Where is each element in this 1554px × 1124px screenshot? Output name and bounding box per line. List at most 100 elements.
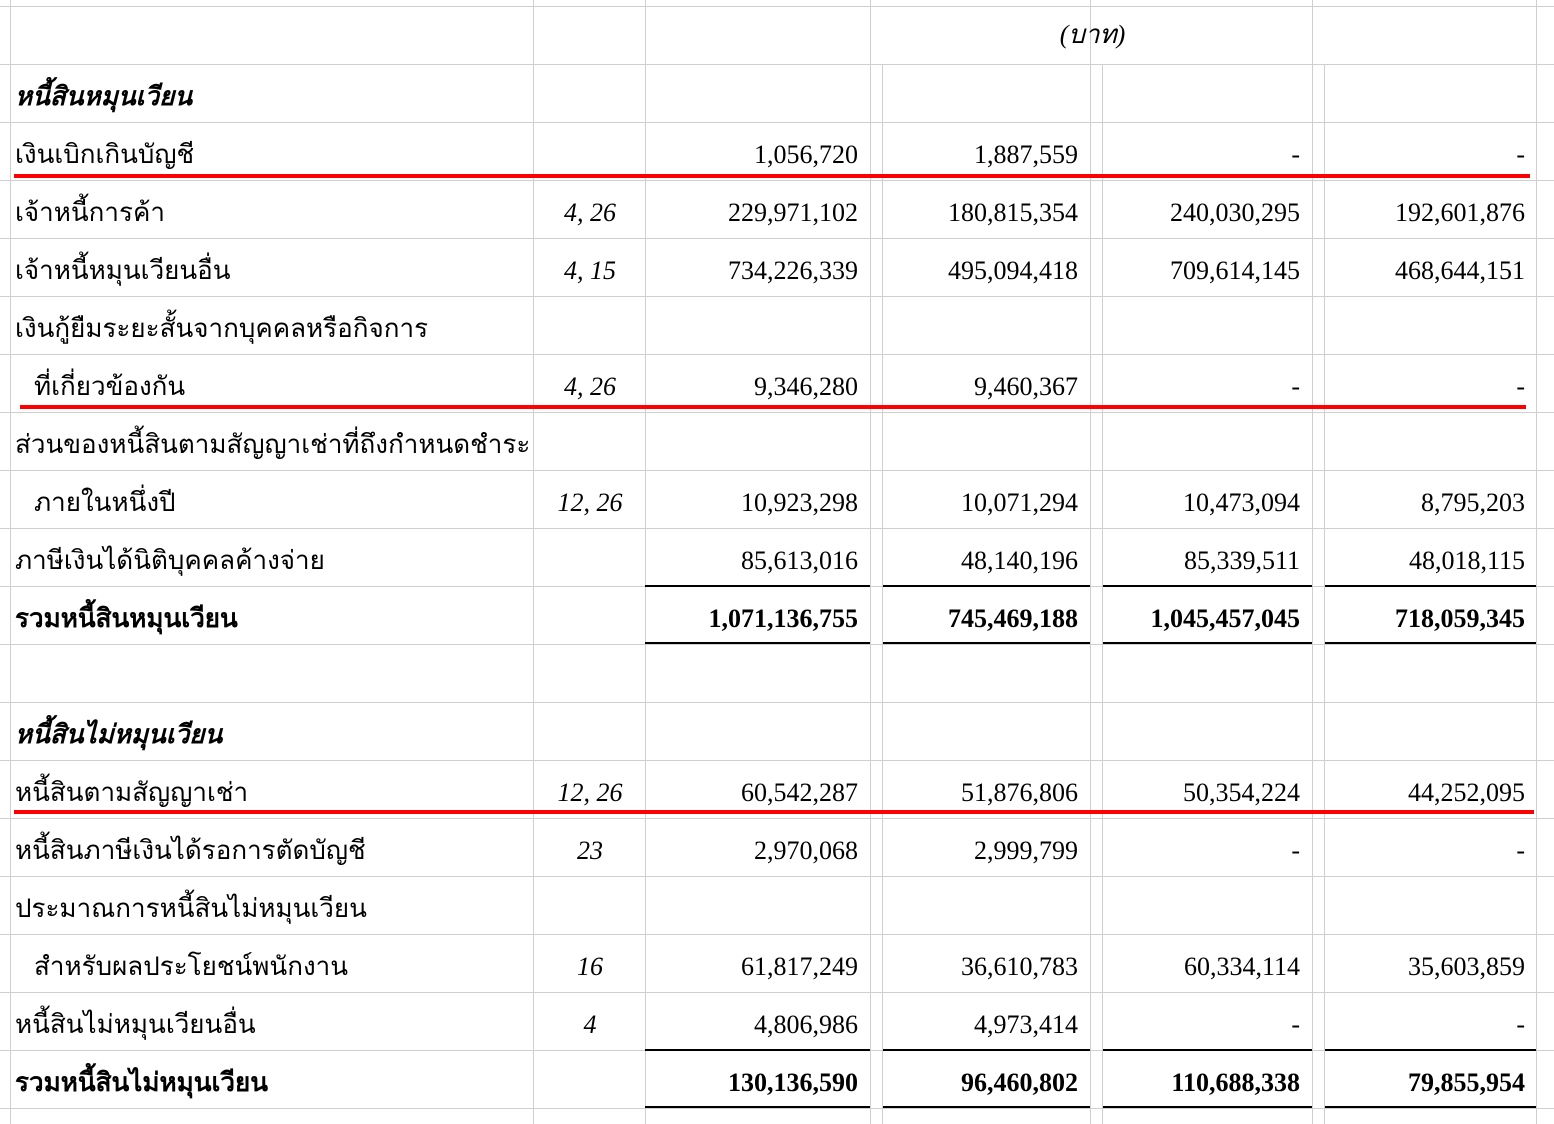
value-cell[interactable]: 85,339,511 bbox=[1103, 528, 1300, 586]
value-cell[interactable]: 35,603,859 bbox=[1325, 934, 1525, 992]
note-ref[interactable]: 12, 26 bbox=[535, 470, 645, 528]
value-cell[interactable]: 229,971,102 bbox=[645, 180, 858, 238]
value-cell[interactable]: 10,923,298 bbox=[645, 470, 858, 528]
table-row: ภายในหนึ่งปี 12, 26 10,923,298 10,071,29… bbox=[0, 470, 1554, 528]
total-bottom-border bbox=[1325, 642, 1536, 644]
value-cell[interactable]: 36,610,783 bbox=[883, 934, 1078, 992]
red-highlight-underline bbox=[14, 174, 1530, 178]
total-top-border bbox=[1103, 585, 1312, 587]
value-cell[interactable]: - bbox=[1325, 122, 1525, 180]
table-row: เจ้าหนี้การค้า 4, 26 229,971,102 180,815… bbox=[0, 180, 1554, 238]
value-cell[interactable]: 9,460,367 bbox=[883, 354, 1078, 412]
value-cell[interactable]: 1,887,559 bbox=[883, 122, 1078, 180]
value-cell[interactable]: - bbox=[1103, 818, 1300, 876]
row-label[interactable]: รวมหนี้สินหมุนเวียน bbox=[15, 586, 535, 644]
row-label[interactable]: เจ้าหนี้การค้า bbox=[15, 180, 535, 238]
table-row: ภาษีเงินได้นิติบุคคลค้างจ่าย 85,613,016 … bbox=[0, 528, 1554, 586]
value-cell[interactable]: 468,644,151 bbox=[1325, 238, 1525, 296]
total-top-border bbox=[1325, 585, 1536, 587]
value-cell[interactable]: 10,473,094 bbox=[1103, 470, 1300, 528]
total-row-non-current-liabilities: รวมหนี้สินไม่หมุนเวียน 130,136,590 96,46… bbox=[0, 1050, 1554, 1108]
value-cell[interactable]: - bbox=[1325, 992, 1525, 1050]
value-cell[interactable]: 734,226,339 bbox=[645, 238, 858, 296]
total-value-cell[interactable]: 130,136,590 bbox=[645, 1050, 858, 1108]
table-row: สำหรับผลประโยชน์พนักงาน 16 61,817,249 36… bbox=[0, 934, 1554, 992]
row-label[interactable]: เงินกู้ยืมระยะสั้นจากบุคคลหรือกิจการ bbox=[15, 296, 535, 354]
value-cell[interactable]: 9,346,280 bbox=[645, 354, 858, 412]
value-cell[interactable]: 85,613,016 bbox=[645, 528, 858, 586]
value-cell[interactable]: - bbox=[1103, 122, 1300, 180]
row-label[interactable]: ส่วนของหนี้สินตามสัญญาเช่าที่ถึงกำหนดชำร… bbox=[15, 412, 535, 470]
note-ref[interactable]: 23 bbox=[535, 818, 645, 876]
value-cell[interactable]: 8,795,203 bbox=[1325, 470, 1525, 528]
section-heading-non-current-liabilities: หนี้สินไม่หมุนเวียน bbox=[0, 702, 1554, 760]
value-cell[interactable]: - bbox=[1103, 354, 1300, 412]
row-label[interactable]: สำหรับผลประโยชน์พนักงาน bbox=[34, 934, 554, 992]
value-cell[interactable]: 60,334,114 bbox=[1103, 934, 1300, 992]
table-row: เจ้าหนี้หมุนเวียนอื่น 4, 15 734,226,339 … bbox=[0, 238, 1554, 296]
row-label[interactable]: รวมหนี้สินไม่หมุนเวียน bbox=[15, 1050, 535, 1108]
currency-unit-label: (บาท) bbox=[1059, 20, 1126, 49]
total-bottom-border bbox=[645, 642, 870, 644]
value-cell[interactable]: 495,094,418 bbox=[883, 238, 1078, 296]
value-cell[interactable]: - bbox=[1103, 992, 1300, 1050]
total-bottom-border bbox=[883, 1106, 1090, 1108]
total-bottom-border bbox=[883, 642, 1090, 644]
note-ref[interactable]: 4 bbox=[535, 992, 645, 1050]
total-value-cell[interactable]: 745,469,188 bbox=[883, 586, 1078, 644]
total-value-cell[interactable]: 718,059,345 bbox=[1325, 586, 1525, 644]
row-label[interactable]: ภาษีเงินได้นิติบุคคลค้างจ่าย bbox=[15, 528, 535, 586]
value-cell[interactable]: 709,614,145 bbox=[1103, 238, 1300, 296]
row-label[interactable]: หนี้สินไม่หมุนเวียน bbox=[15, 702, 535, 760]
total-top-border bbox=[1103, 1049, 1312, 1051]
value-cell[interactable]: 192,601,876 bbox=[1325, 180, 1525, 238]
note-ref[interactable] bbox=[535, 528, 645, 586]
value-cell[interactable]: 4,973,414 bbox=[883, 992, 1078, 1050]
value-cell[interactable]: - bbox=[1325, 354, 1525, 412]
total-top-border bbox=[883, 1049, 1090, 1051]
note-ref[interactable]: 16 bbox=[535, 934, 645, 992]
note-ref[interactable] bbox=[535, 122, 645, 180]
red-highlight-underline bbox=[14, 810, 1534, 814]
value-cell[interactable]: 2,999,799 bbox=[883, 818, 1078, 876]
row-label[interactable]: หนี้สินหมุนเวียน bbox=[15, 64, 535, 122]
total-bottom-border bbox=[1103, 1106, 1312, 1108]
total-value-cell[interactable]: 96,460,802 bbox=[883, 1050, 1078, 1108]
row-label[interactable]: เงินเบิกเกินบัญชี bbox=[15, 122, 535, 180]
red-highlight-underline bbox=[20, 405, 1526, 409]
value-cell[interactable]: 4,806,986 bbox=[645, 992, 858, 1050]
value-cell[interactable]: 180,815,354 bbox=[883, 180, 1078, 238]
total-top-border bbox=[645, 585, 870, 587]
value-cell[interactable]: 48,018,115 bbox=[1325, 528, 1525, 586]
value-cell[interactable]: 61,817,249 bbox=[645, 934, 858, 992]
table-row: ที่เกี่ยวข้องกัน 4, 26 9,346,280 9,460,3… bbox=[0, 354, 1554, 412]
row-label[interactable]: ประมาณการหนี้สินไม่หมุนเวียน bbox=[15, 876, 535, 934]
value-cell[interactable]: 10,071,294 bbox=[883, 470, 1078, 528]
spreadsheet-sheet: (บาท) หนี้สินหมุนเวียน เงินเบิกเกินบัญชี… bbox=[0, 0, 1554, 1124]
table-row: หนี้สินไม่หมุนเวียนอื่น 4 4,806,986 4,97… bbox=[0, 992, 1554, 1050]
value-cell[interactable]: 1,056,720 bbox=[645, 122, 858, 180]
value-cell[interactable]: 48,140,196 bbox=[883, 528, 1078, 586]
total-top-border bbox=[1325, 1049, 1536, 1051]
total-value-cell[interactable]: 79,855,954 bbox=[1325, 1050, 1525, 1108]
row-label[interactable]: ภายในหนึ่งปี bbox=[34, 470, 554, 528]
table-row: ส่วนของหนี้สินตามสัญญาเช่าที่ถึงกำหนดชำร… bbox=[0, 412, 1554, 470]
total-bottom-border bbox=[1103, 642, 1312, 644]
note-ref[interactable]: 4, 26 bbox=[535, 180, 645, 238]
note-ref[interactable]: 4, 15 bbox=[535, 238, 645, 296]
table-row: ประมาณการหนี้สินไม่หมุนเวียน bbox=[0, 876, 1554, 934]
total-value-cell[interactable]: 110,688,338 bbox=[1103, 1050, 1300, 1108]
value-cell[interactable]: 240,030,295 bbox=[1103, 180, 1300, 238]
total-bottom-border bbox=[645, 1106, 870, 1108]
table-row: เงินกู้ยืมระยะสั้นจากบุคคลหรือกิจการ bbox=[0, 296, 1554, 354]
total-bottom-border bbox=[1325, 1106, 1536, 1108]
row-label[interactable]: หนี้สินไม่หมุนเวียนอื่น bbox=[15, 992, 535, 1050]
total-value-cell[interactable]: 1,071,136,755 bbox=[645, 586, 859, 644]
note-ref[interactable]: 4, 26 bbox=[535, 354, 645, 412]
total-value-cell[interactable]: 1,045,457,045 bbox=[1103, 586, 1301, 644]
value-cell[interactable]: - bbox=[1325, 818, 1525, 876]
row-label[interactable]: ที่เกี่ยวข้องกัน bbox=[34, 354, 554, 412]
value-cell[interactable]: 2,970,068 bbox=[645, 818, 858, 876]
row-label[interactable]: หนี้สินภาษีเงินได้รอการตัดบัญชี bbox=[15, 818, 535, 876]
row-label[interactable]: เจ้าหนี้หมุนเวียนอื่น bbox=[15, 238, 535, 296]
